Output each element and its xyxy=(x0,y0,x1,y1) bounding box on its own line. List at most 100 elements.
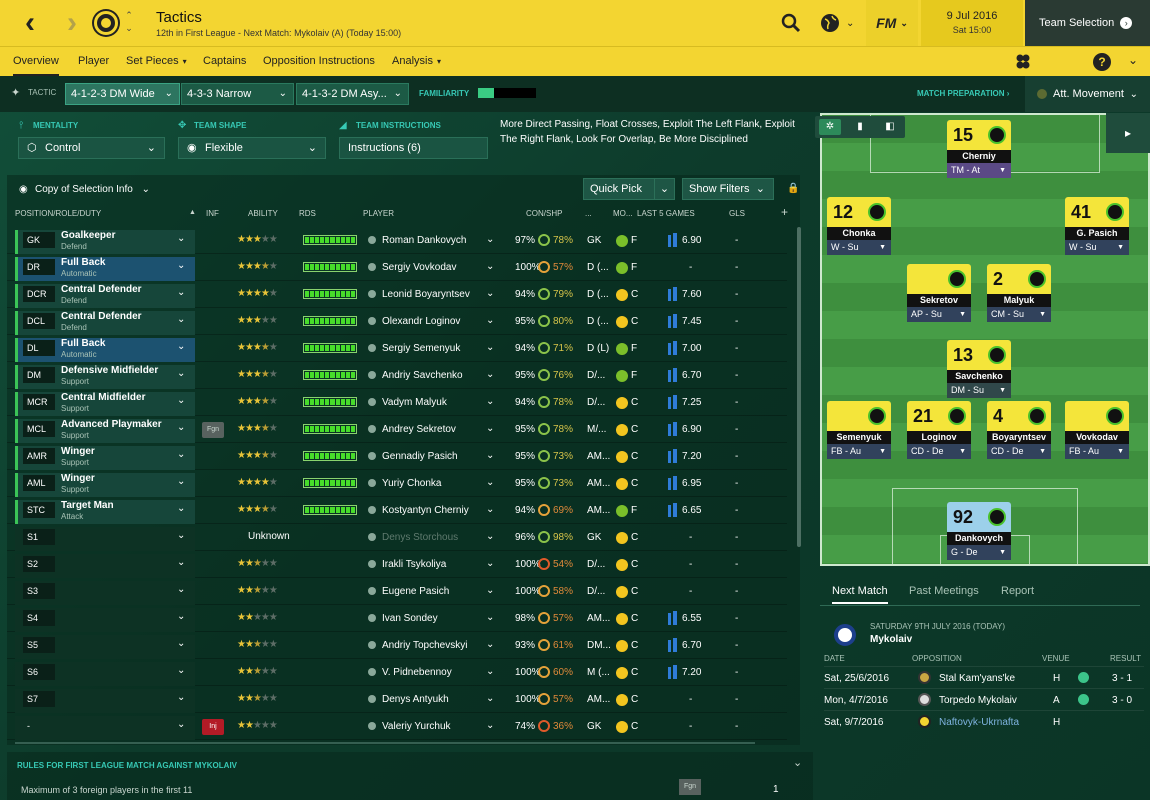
info-icon[interactable] xyxy=(368,614,376,622)
chevron-down-icon[interactable]: ⌄ xyxy=(486,639,494,650)
chevron-down-icon[interactable]: ⌄ xyxy=(793,756,802,769)
player-name[interactable]: Sergiy Vovkodav xyxy=(382,262,457,273)
info-icon[interactable] xyxy=(368,695,376,703)
chevron-down-icon[interactable]: ⌄ xyxy=(177,692,185,703)
player-name[interactable]: Gennadiy Pasich xyxy=(382,451,458,462)
chevron-down-icon[interactable]: ⌄ xyxy=(486,504,494,515)
familiarity-bar[interactable] xyxy=(478,88,536,98)
search-icon[interactable] xyxy=(780,12,804,36)
table-row[interactable]: STC Target Man Attack ⌄ ★★★★★ Kostyantyn Cher… xyxy=(7,497,787,524)
player-name[interactable]: Sergiy Semenyuk xyxy=(382,343,460,354)
chevron-down-icon[interactable]: ⌄ xyxy=(177,665,185,676)
pitch-player-card[interactable]: 12 Chonka W - Su ▼ xyxy=(827,197,891,255)
column-more[interactable]: ... xyxy=(585,209,592,218)
tactic-slot-1[interactable]: 4-1-2-3 DM Wide ⌄ xyxy=(65,83,180,105)
team-shape-dropdown[interactable]: ◉ Flexible ⌄ xyxy=(178,137,326,159)
horizontal-scrollbar[interactable] xyxy=(15,742,755,744)
chevron-down-icon[interactable]: ⌄ xyxy=(177,314,185,325)
chevron-down-icon[interactable]: ⌄ xyxy=(177,530,185,541)
pitch-player-role[interactable]: CD - De ▼ xyxy=(907,444,971,459)
globe-icon[interactable]: ⌄ xyxy=(818,11,858,35)
table-row[interactable]: S6 ⌄ ★★★★★ V. Pidnebennoy ⌄ 100% 60% M (... C 7.2… xyxy=(7,659,787,686)
view-selector[interactable]: ◉ Copy of Selection Info ⌄ xyxy=(15,181,150,199)
fm-menu-button[interactable]: FM ⌄ xyxy=(866,0,918,46)
info-icon[interactable] xyxy=(368,587,376,595)
tab-report[interactable]: Report xyxy=(1001,578,1034,604)
info-icon[interactable] xyxy=(368,371,376,379)
table-row[interactable]: AMR Winger Support ⌄ ★★★★★ Gennadiy Pasich ⌄ 95… xyxy=(7,443,787,470)
pitch-player-role[interactable]: W - Su ▼ xyxy=(1065,240,1129,255)
info-icon[interactable] xyxy=(368,722,376,730)
pitch-player-role[interactable]: FB - Au ▼ xyxy=(827,444,891,459)
chevron-down-icon[interactable]: ⌄ xyxy=(486,288,494,299)
chevron-down-icon[interactable]: ⌄ xyxy=(177,638,185,649)
column-gls[interactable]: GLS xyxy=(729,209,745,218)
chevron-down-icon[interactable]: ⌄ xyxy=(486,450,494,461)
table-row[interactable]: S1 ⌄ Unknown Denys Storchous ⌄ 96% 98% GK C - - xyxy=(7,524,787,551)
player-name[interactable]: Vadym Malyuk xyxy=(382,397,447,408)
pitch-player-role[interactable]: CD - De ▼ xyxy=(987,444,1051,459)
table-row[interactable]: S2 ⌄ ★★★★★ Irakli Tsykoliya ⌄ 100% 54% D/... C - - xyxy=(7,551,787,578)
chevron-down-icon[interactable]: ⌄ xyxy=(177,395,185,406)
pitch-player-card[interactable]: 4 Boyaryntsev CD - De ▼ xyxy=(987,401,1051,459)
chevron-down-icon[interactable]: ⌄ xyxy=(486,234,494,245)
info-icon[interactable] xyxy=(368,560,376,568)
tab-captains[interactable]: Captains xyxy=(203,47,246,76)
club-crest-menu-icon[interactable] xyxy=(1014,53,1032,71)
chevron-down-icon[interactable]: ⌄ xyxy=(177,341,185,352)
chevron-down-icon[interactable]: ⌄ xyxy=(486,396,494,407)
pitch-player-role[interactable]: CM - Su ▼ xyxy=(987,307,1051,322)
chevron-down-icon[interactable]: ⌄ xyxy=(486,369,494,380)
player-name[interactable]: Irakli Tsykoliya xyxy=(382,559,446,570)
pitch-player-card[interactable]: 2 Malyuk CM - Su ▼ xyxy=(987,264,1051,322)
next-match-opponent[interactable]: Mykolaiv xyxy=(870,634,912,645)
tactic-slot-3[interactable]: 4-1-3-2 DM Asy... ⌄ xyxy=(296,83,409,105)
chevron-down-icon[interactable]: ⌄ xyxy=(486,693,494,704)
table-row[interactable]: GK Goalkeeper Defend ⌄ ★★★★★ Roman Dankovych ⌄… xyxy=(7,227,787,254)
chevron-down-icon[interactable]: ⌄ xyxy=(486,612,494,623)
forward-arrow-icon[interactable]: › xyxy=(52,0,92,46)
table-row[interactable]: - ⌄ Inj ★★★★★ Valeriy Yurchuk ⌄ 74% 36% GK C - - xyxy=(7,713,787,740)
chevron-down-icon[interactable]: ⌄ xyxy=(654,179,674,199)
table-row[interactable]: S3 ⌄ ★★★★★ Eugene Pasich ⌄ 100% 58% D/... C - - xyxy=(7,578,787,605)
club-badge-icon[interactable] xyxy=(94,11,118,35)
result-opponent[interactable]: Naftovyk-Ukrnafta xyxy=(939,717,1019,728)
column-last5[interactable]: LAST 5 GAMES xyxy=(637,209,695,218)
pitch-player-card[interactable]: 13 Savchenko DM - Su ▼ xyxy=(947,340,1011,398)
tactic-slot-2[interactable]: 4-3-3 Narrow ⌄ xyxy=(181,83,294,105)
chevron-down-icon[interactable]: ⌄ xyxy=(177,287,185,298)
info-icon[interactable] xyxy=(368,263,376,271)
table-row[interactable]: DCL Central Defender Defend ⌄ ★★★★★ Olexandr … xyxy=(7,308,787,335)
column-con-shp[interactable]: CON/SHP xyxy=(526,209,562,218)
info-icon[interactable] xyxy=(368,668,376,676)
chevron-down-icon[interactable]: ⌄ xyxy=(177,503,185,514)
table-row[interactable]: AML Winger Support ⌄ ★★★★★ Yuriy Chonka ⌄ 95% 73… xyxy=(7,470,787,497)
column-player[interactable]: PLAYER xyxy=(363,209,394,218)
info-icon[interactable] xyxy=(368,290,376,298)
chevron-down-icon[interactable]: ⌄ xyxy=(177,476,185,487)
table-row[interactable]: S7 ⌄ ★★★★★ Denys Antyukh ⌄ 100% 57% AM... C - - xyxy=(7,686,787,713)
lock-icon[interactable]: 🔒 xyxy=(787,183,799,194)
team-instructions-button[interactable]: Instructions (6) xyxy=(339,137,488,159)
show-filters-button[interactable]: Show Filters ⌄ xyxy=(682,178,774,200)
info-icon[interactable] xyxy=(368,344,376,352)
att-movement-dropdown[interactable]: Att. Movement ⌄ xyxy=(1025,76,1150,112)
pitch-player-card[interactable]: Sekretov AP - Su ▼ xyxy=(907,264,971,322)
chevron-down-icon[interactable]: ⌄ xyxy=(486,666,494,677)
tab-analysis[interactable]: Analysis ▾ xyxy=(392,47,441,76)
chevron-down-icon[interactable]: ⌄ xyxy=(486,315,494,326)
info-icon[interactable] xyxy=(368,506,376,514)
chevron-down-icon[interactable]: ⌄ xyxy=(1128,53,1138,67)
column-rds[interactable]: RDS xyxy=(299,209,316,218)
result-opponent[interactable]: Torpedo Mykolaiv xyxy=(939,695,1017,706)
bar-chart-icon[interactable]: ▮ xyxy=(849,119,871,135)
pitch-player-role[interactable]: AP - Su ▼ xyxy=(907,307,971,322)
pitch-view-icon[interactable]: ✲ xyxy=(819,119,841,135)
chevron-down-icon[interactable]: ⌄ xyxy=(486,720,494,731)
chevron-down-icon[interactable]: ⌄ xyxy=(177,449,185,460)
info-icon[interactable] xyxy=(368,398,376,406)
add-column-icon[interactable]: + xyxy=(781,205,788,219)
table-row[interactable]: MCL Advanced Playmaker Support ⌄ Fgn ★★★★★ And… xyxy=(7,416,787,443)
pitch-player-card[interactable]: 41 G. Pasich W - Su ▼ xyxy=(1065,197,1129,255)
chevron-down-icon[interactable]: ⌄ xyxy=(177,233,185,244)
